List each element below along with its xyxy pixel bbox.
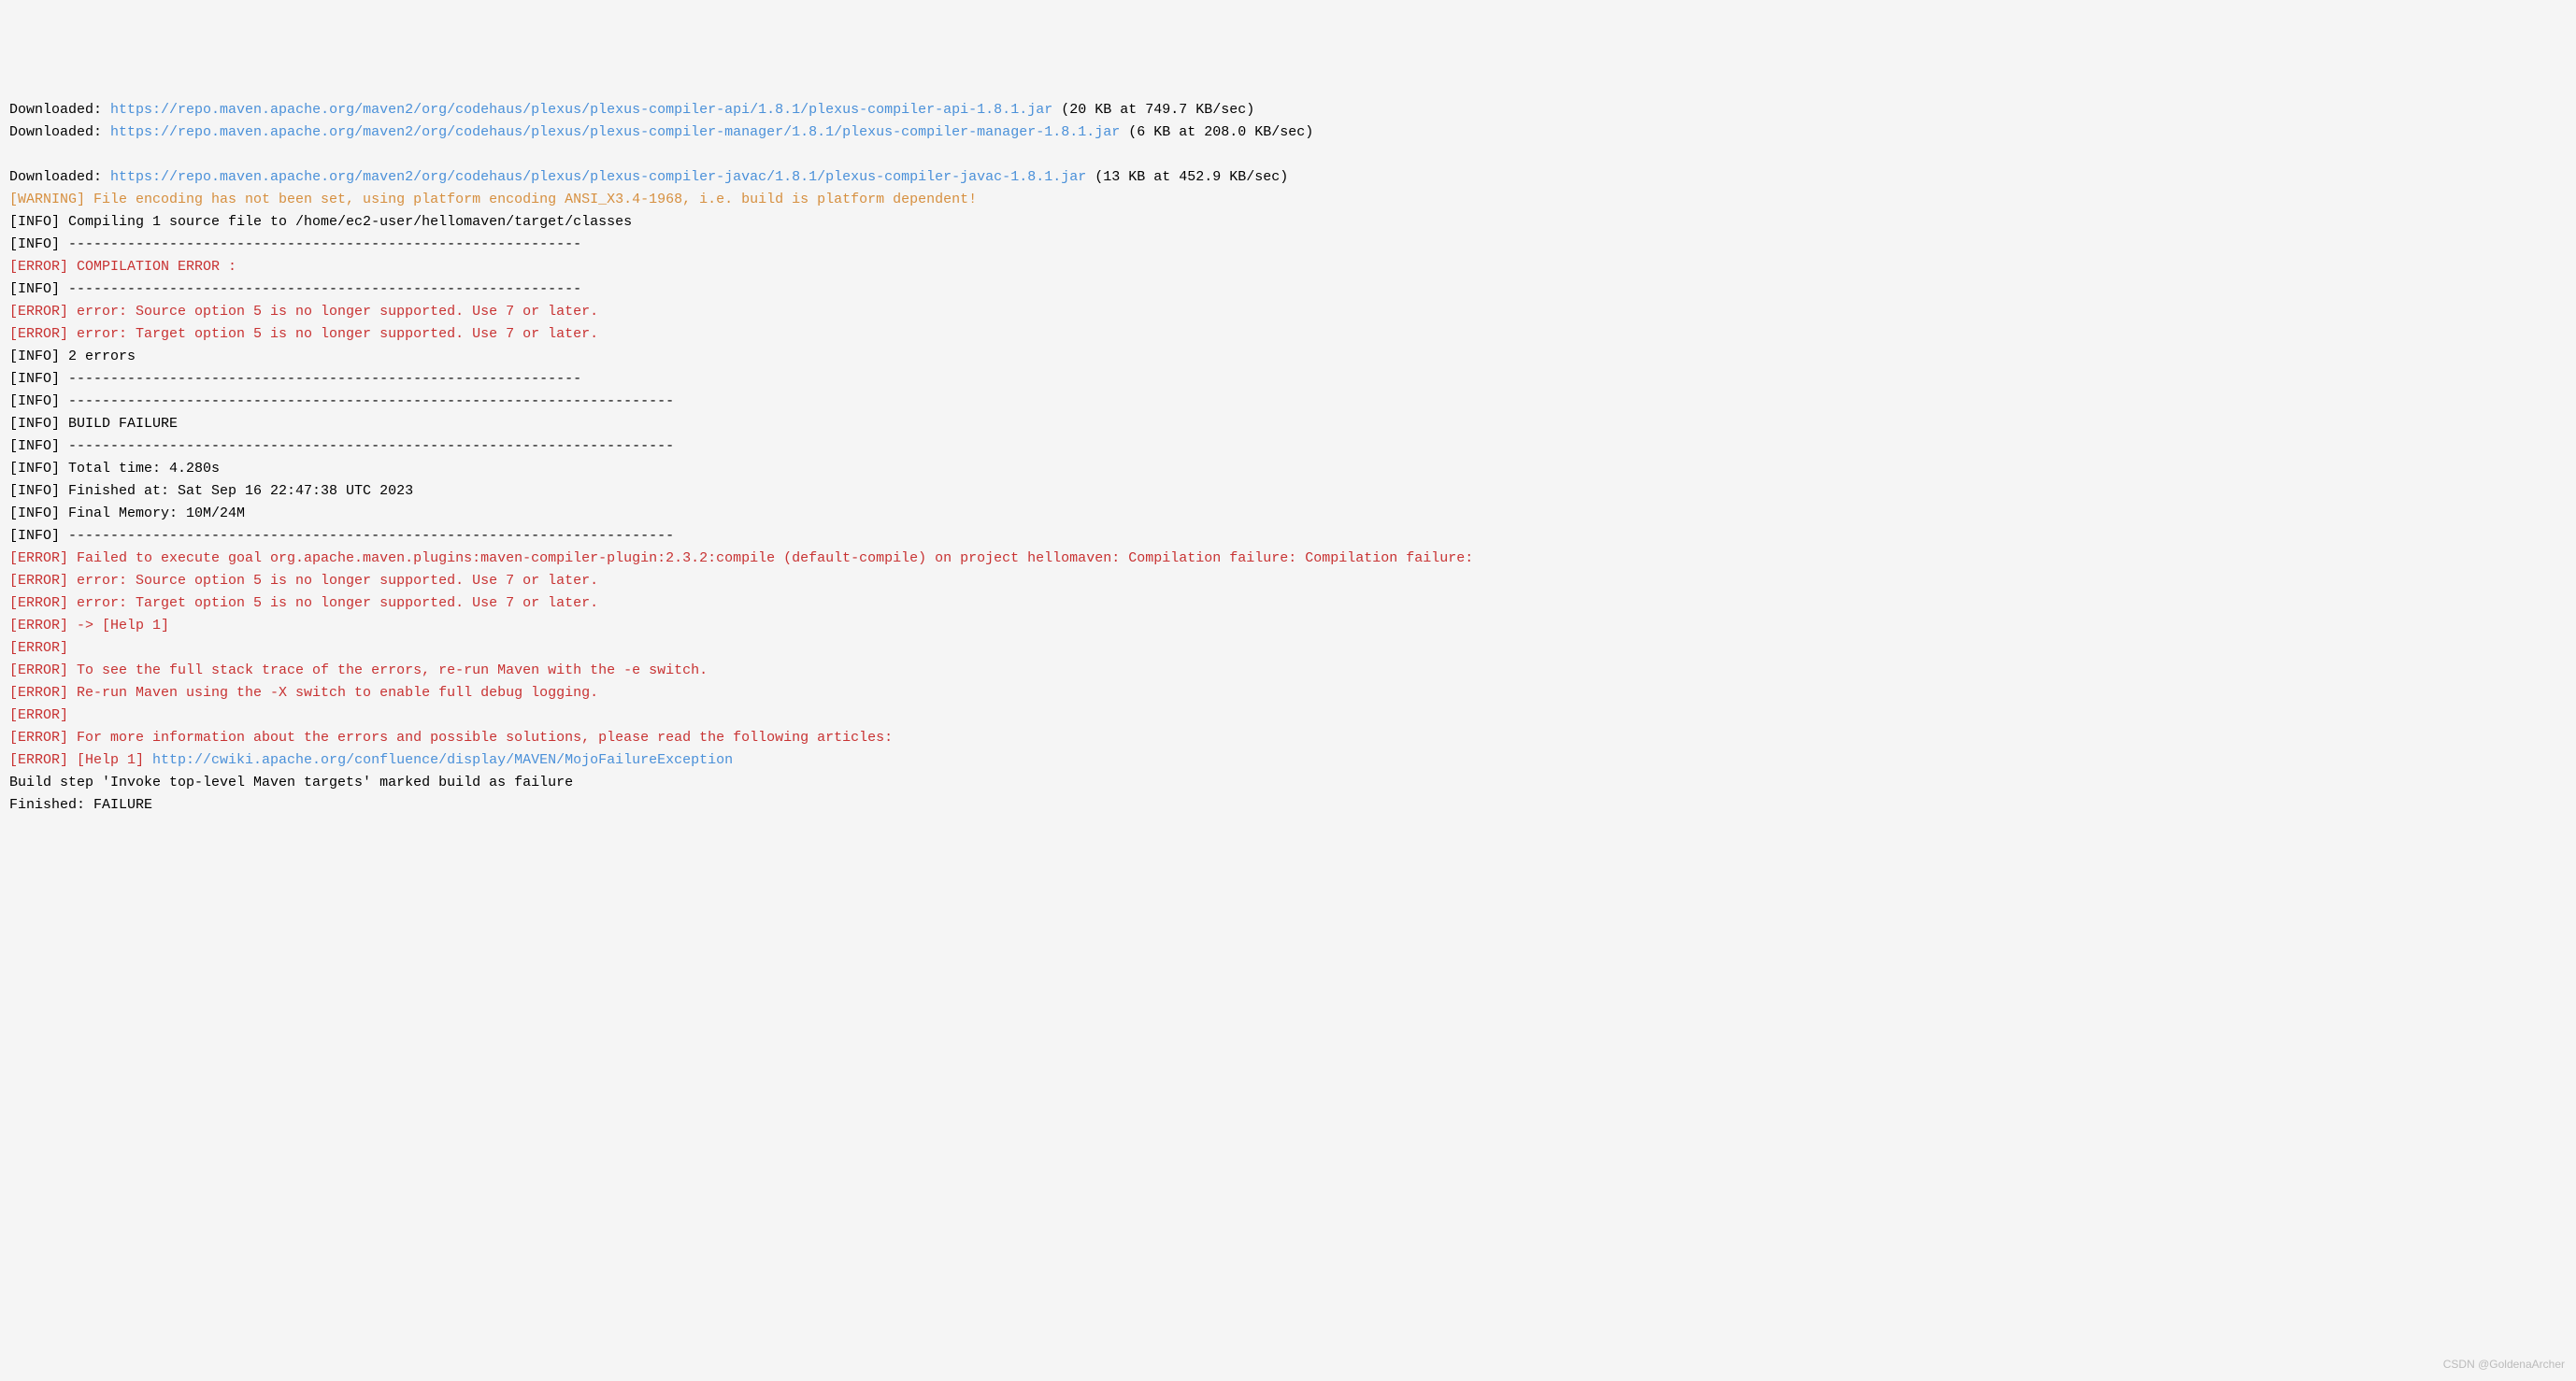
console-line: [ERROR] COMPILATION ERROR : [9,256,2567,278]
console-line: [INFO] Compiling 1 source file to /home/… [9,211,2567,234]
console-line [9,144,2567,166]
console-text: [INFO] BUILD FAILURE [9,416,178,432]
console-text: [ERROR] For more information about the e… [9,730,893,746]
console-text: [ERROR] [9,707,77,723]
console-text: [INFO] Total time: 4.280s [9,461,220,477]
console-line: [ERROR] -> [Help 1] [9,615,2567,637]
console-line: [ERROR] error: Target option 5 is no lon… [9,592,2567,615]
console-text: [INFO] ---------------------------------… [9,236,581,252]
console-line: Build step 'Invoke top-level Maven targe… [9,772,2567,794]
console-line: [INFO] BUILD FAILURE [9,413,2567,435]
console-text: [INFO] ---------------------------------… [9,438,674,454]
console-line: [INFO] ---------------------------------… [9,234,2567,256]
console-line: [INFO] ---------------------------------… [9,391,2567,413]
console-text: [ERROR] [Help 1] [9,752,152,768]
console-text: Downloaded: [9,124,110,140]
console-text: (13 KB at 452.9 KB/sec) [1086,169,1288,185]
console-text: [INFO] ---------------------------------… [9,528,674,544]
console-line: Downloaded: https://repo.maven.apache.or… [9,99,2567,121]
console-text: [ERROR] error: Target option 5 is no lon… [9,595,598,611]
console-line: [ERROR] To see the full stack trace of t… [9,660,2567,682]
console-line: [ERROR] Re-run Maven using the -X switch… [9,682,2567,705]
console-line: [INFO] Final Memory: 10M/24M [9,503,2567,525]
console-line: [ERROR] [Help 1] http://cwiki.apache.org… [9,749,2567,772]
console-line: [INFO] Finished at: Sat Sep 16 22:47:38 … [9,480,2567,503]
console-text: [ERROR] error: Target option 5 is no lon… [9,326,598,342]
watermark: CSDN @GoldenaArcher [2443,1356,2565,1374]
console-line: [ERROR] Failed to execute goal org.apach… [9,548,2567,570]
console-line: [INFO] ---------------------------------… [9,278,2567,301]
console-link[interactable]: https://repo.maven.apache.org/maven2/org… [110,124,1120,140]
console-line: [ERROR] [9,705,2567,727]
console-line: [ERROR] [9,637,2567,660]
console-line: [INFO] ---------------------------------… [9,435,2567,458]
console-text: [INFO] ---------------------------------… [9,281,581,297]
console-text: [INFO] Final Memory: 10M/24M [9,505,245,521]
console-text: (6 KB at 208.0 KB/sec) [1120,124,1313,140]
console-text: [INFO] ---------------------------------… [9,371,581,387]
console-text: [ERROR] error: Source option 5 is no lon… [9,573,598,589]
console-text: [INFO] Compiling 1 source file to /home/… [9,214,632,230]
console-line: [INFO] 2 errors [9,346,2567,368]
console-text: [ERROR] [9,640,77,656]
console-text [9,147,18,163]
console-line: [INFO] Total time: 4.280s [9,458,2567,480]
console-text: [INFO] 2 errors [9,349,144,364]
console-line: Downloaded: https://repo.maven.apache.or… [9,121,2567,144]
console-text: [ERROR] Failed to execute goal org.apach… [9,550,1473,566]
console-line: Downloaded: https://repo.maven.apache.or… [9,166,2567,189]
console-text: [WARNING] File encoding has not been set… [9,192,977,207]
console-line: [INFO] ---------------------------------… [9,368,2567,391]
console-text: Downloaded: [9,102,110,118]
console-line: Finished: FAILURE [9,794,2567,817]
console-text: [INFO] ---------------------------------… [9,393,674,409]
console-line: [ERROR] error: Source option 5 is no lon… [9,570,2567,592]
console-text: [ERROR] To see the full stack trace of t… [9,662,708,678]
console-text: Finished: FAILURE [9,797,152,813]
console-text: [INFO] Finished at: Sat Sep 16 22:47:38 … [9,483,413,499]
console-line: [ERROR] error: Target option 5 is no lon… [9,323,2567,346]
console-link[interactable]: http://cwiki.apache.org/confluence/displ… [152,752,733,768]
console-line: [INFO] ---------------------------------… [9,525,2567,548]
console-link[interactable]: https://repo.maven.apache.org/maven2/org… [110,169,1086,185]
console-link[interactable]: https://repo.maven.apache.org/maven2/org… [110,102,1052,118]
console-text: Downloaded: [9,169,110,185]
console-text: [ERROR] Re-run Maven using the -X switch… [9,685,598,701]
console-text: [ERROR] -> [Help 1] [9,618,169,634]
console-text: (20 KB at 749.7 KB/sec) [1052,102,1254,118]
console-line: [ERROR] For more information about the e… [9,727,2567,749]
console-line: [WARNING] File encoding has not been set… [9,189,2567,211]
console-text: Build step 'Invoke top-level Maven targe… [9,775,573,790]
console-output: Downloaded: https://repo.maven.apache.or… [9,99,2567,817]
console-text: [ERROR] error: Source option 5 is no lon… [9,304,598,320]
console-text: [ERROR] COMPILATION ERROR : [9,259,245,275]
console-line: [ERROR] error: Source option 5 is no lon… [9,301,2567,323]
